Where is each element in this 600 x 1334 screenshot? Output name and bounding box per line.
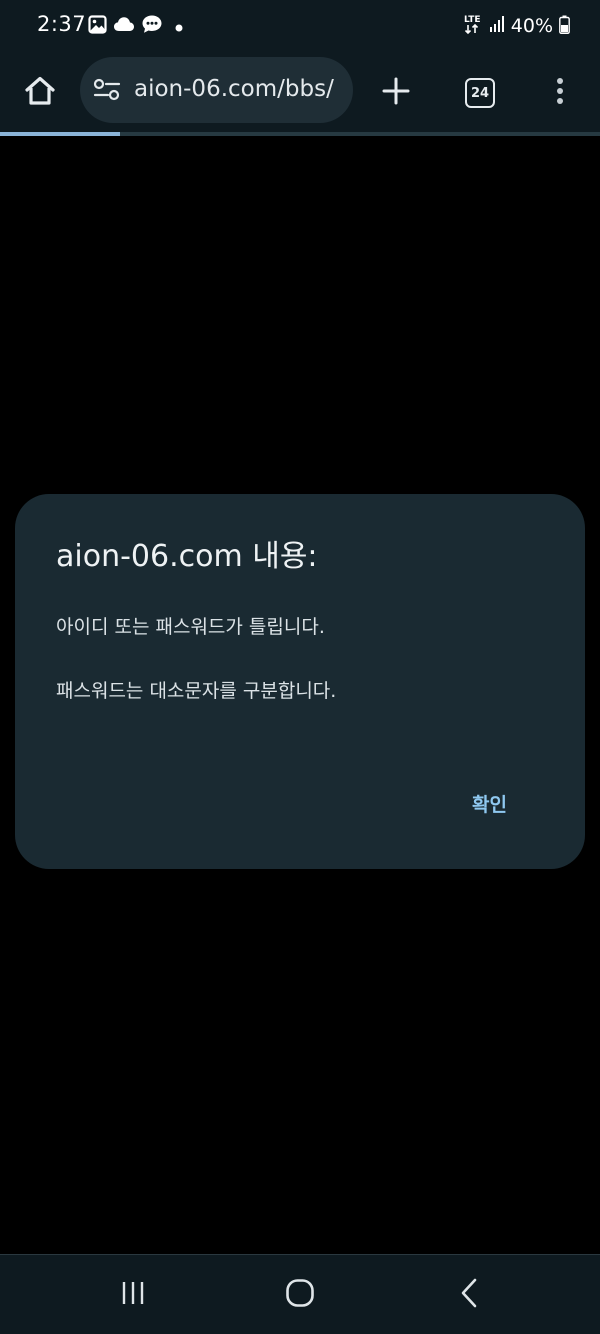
ok-button[interactable]: 확인 xyxy=(466,786,513,821)
dialog-title: aion-06.com 내용: xyxy=(56,539,318,574)
back-chevron-icon xyxy=(459,1278,479,1312)
signal-icon xyxy=(489,15,505,37)
battery-icon xyxy=(559,15,570,38)
home-button[interactable] xyxy=(18,71,62,115)
dialog-message-line-1: 아이디 또는 패스워드가 틀립니다. xyxy=(56,616,325,638)
gallery-icon xyxy=(88,14,107,38)
home-icon xyxy=(24,76,56,110)
cloud-icon xyxy=(113,16,135,36)
notification-icons xyxy=(88,14,183,38)
address-bar[interactable]: aion-06.com/bbs/ xyxy=(80,57,353,123)
recents-icon xyxy=(119,1280,147,1310)
browser-menu-button[interactable] xyxy=(538,71,582,115)
home-circle-icon xyxy=(285,1278,315,1312)
browser-toolbar: aion-06.com/bbs/ 24 xyxy=(0,54,600,132)
navigation-bar xyxy=(0,1254,600,1334)
alert-dialog: aion-06.com 내용: 아이디 또는 패스워드가 틀립니다. 패스워드는… xyxy=(15,494,585,869)
dialog-message-line-2: 패스워드는 대소문자를 구분합니다. xyxy=(56,680,337,702)
svg-text:LTE: LTE xyxy=(464,15,481,25)
tabs-icon: 24 xyxy=(465,78,495,108)
lte-icon: LTE xyxy=(463,13,483,39)
more-vertical-icon xyxy=(556,77,564,109)
system-icons: LTE 40% xyxy=(463,14,570,38)
new-tab-button[interactable] xyxy=(374,71,418,115)
url-text: aion-06.com/bbs/ xyxy=(134,76,334,102)
back-button[interactable] xyxy=(447,1273,491,1317)
battery-percent: 40% xyxy=(510,15,553,37)
recents-button[interactable] xyxy=(111,1273,155,1317)
tab-switcher-button[interactable]: 24 xyxy=(458,71,502,115)
chat-bubble-icon xyxy=(141,14,163,38)
status-bar: 2:37 LTE 40% xyxy=(0,0,600,54)
plus-icon xyxy=(382,77,410,109)
status-time: 2:37 xyxy=(37,12,87,36)
notification-dot-icon xyxy=(175,17,183,36)
system-home-button[interactable] xyxy=(278,1273,322,1317)
site-settings-icon[interactable] xyxy=(93,78,121,102)
